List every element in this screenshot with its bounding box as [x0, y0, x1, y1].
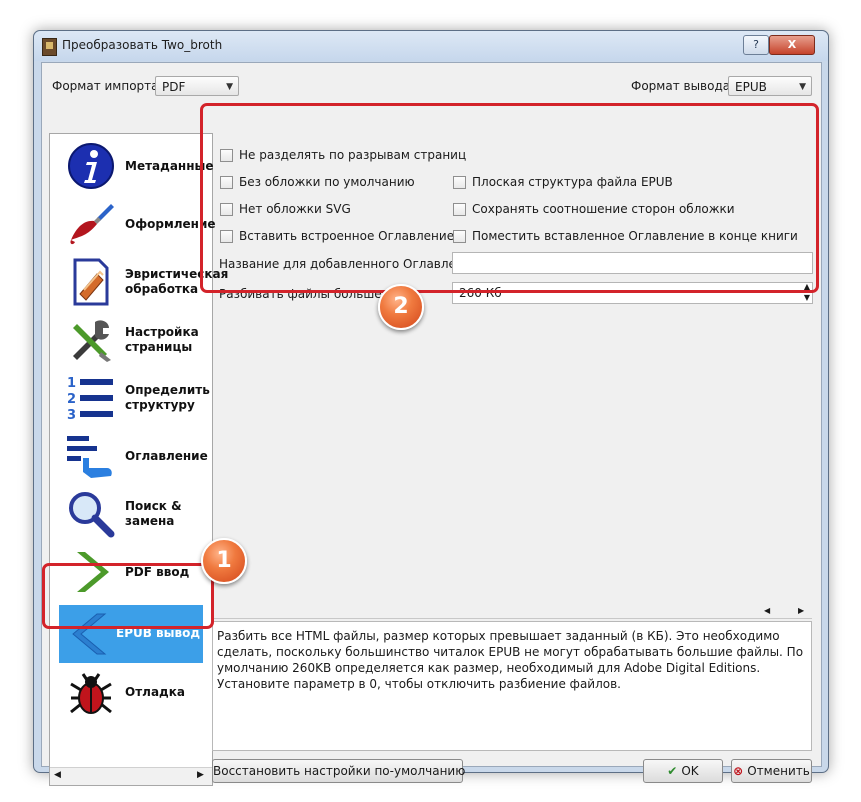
sidebar-label: Отладка	[125, 685, 185, 699]
ok-label: OK	[681, 764, 699, 778]
app-book-icon	[42, 38, 57, 56]
chevron-down-icon: ▼	[799, 82, 806, 92]
output-format-select[interactable]: EPUB ▼	[728, 76, 812, 96]
sidebar-item-page-setup[interactable]: Настройка страницы	[50, 311, 205, 369]
sidebar-item-debug[interactable]: Отладка	[50, 663, 205, 721]
title-bar: Преобразовать Two_broth ? X	[34, 31, 828, 61]
scroll-right-icon[interactable]: ▶	[197, 770, 204, 780]
help-button[interactable]: ?	[743, 35, 769, 55]
description-scrollbar[interactable]: ◀ ▶	[212, 606, 812, 619]
sidebar-label-line2: страницы	[125, 340, 193, 354]
restore-defaults-button[interactable]: Восстановить настройки по-умолчанию	[212, 759, 465, 783]
sidebar-label-line1: Определить	[125, 383, 210, 397]
sidebar-item-toc[interactable]: Оглавление	[50, 427, 208, 485]
paintbrush-icon	[70, 204, 114, 245]
sidebar-label-line1: Настройка	[125, 325, 199, 339]
cancel-icon: ⊗	[733, 764, 744, 778]
import-format-select[interactable]: PDF ▼	[155, 76, 239, 96]
magnifier-icon	[69, 492, 115, 538]
sidebar-label: Оглавление	[125, 449, 208, 463]
scroll-left-icon[interactable]: ◀	[764, 606, 770, 615]
bug-icon	[70, 673, 112, 714]
cancel-button[interactable]: ⊗ Отменить	[731, 759, 812, 783]
svg-text:1: 1	[67, 376, 76, 391]
ok-button[interactable]: ✔ OK	[643, 759, 723, 783]
toc-pointer-icon	[67, 436, 112, 478]
sidebar-label-line2: обработка	[125, 282, 199, 296]
cancel-label: Отменить	[747, 764, 810, 778]
spin-down-icon[interactable]: ▼	[804, 292, 810, 303]
svg-text:2: 2	[67, 392, 76, 407]
tools-icon	[73, 320, 111, 362]
import-format-value: PDF	[162, 80, 186, 94]
window-title: Преобразовать Two_broth	[62, 38, 223, 52]
sidebar-label-line1: Поиск &	[125, 499, 182, 513]
svg-text:3: 3	[67, 408, 76, 422]
chevron-down-icon: ▼	[226, 82, 233, 92]
output-format-label: Формат вывода:	[631, 79, 735, 93]
step-badge-1: 1	[201, 538, 247, 584]
import-format-label: Формат импорта:	[52, 79, 163, 93]
numbered-list-icon: 1 2 3	[67, 376, 113, 422]
sidebar-item-search-replace[interactable]: Поиск & замена	[50, 485, 205, 543]
sidebar-item-metadata[interactable]: Метаданные	[50, 137, 214, 195]
checkmark-icon: ✔	[667, 764, 678, 778]
sidebar-item-structure[interactable]: 1 2 3 Определить структуру	[50, 369, 210, 427]
sidebar-item-look-feel[interactable]: Оформление	[50, 195, 216, 253]
close-button[interactable]: X	[769, 35, 815, 55]
epub-output-highlight-frame	[42, 563, 214, 629]
step-badge-2: 2	[378, 284, 424, 330]
sidebar-label-line2: структуру	[125, 398, 195, 412]
option-description: Разбить все HTML файлы, размер которых п…	[212, 621, 812, 751]
info-icon	[68, 143, 114, 189]
heuristic-document-icon	[73, 258, 109, 306]
sidebar-horizontal-scrollbar[interactable]: ◀ ▶	[50, 767, 212, 785]
output-format-value: EPUB	[735, 80, 767, 94]
scroll-left-icon[interactable]: ◀	[54, 770, 61, 780]
settings-sidebar: Метаданные Оформление Эвристическая обра…	[49, 133, 228, 786]
options-highlight-frame	[200, 103, 819, 293]
sidebar-item-heuristic[interactable]: Эвристическая обработка	[50, 253, 228, 311]
scroll-right-icon[interactable]: ▶	[798, 606, 804, 615]
sidebar-label-line2: замена	[125, 514, 175, 528]
